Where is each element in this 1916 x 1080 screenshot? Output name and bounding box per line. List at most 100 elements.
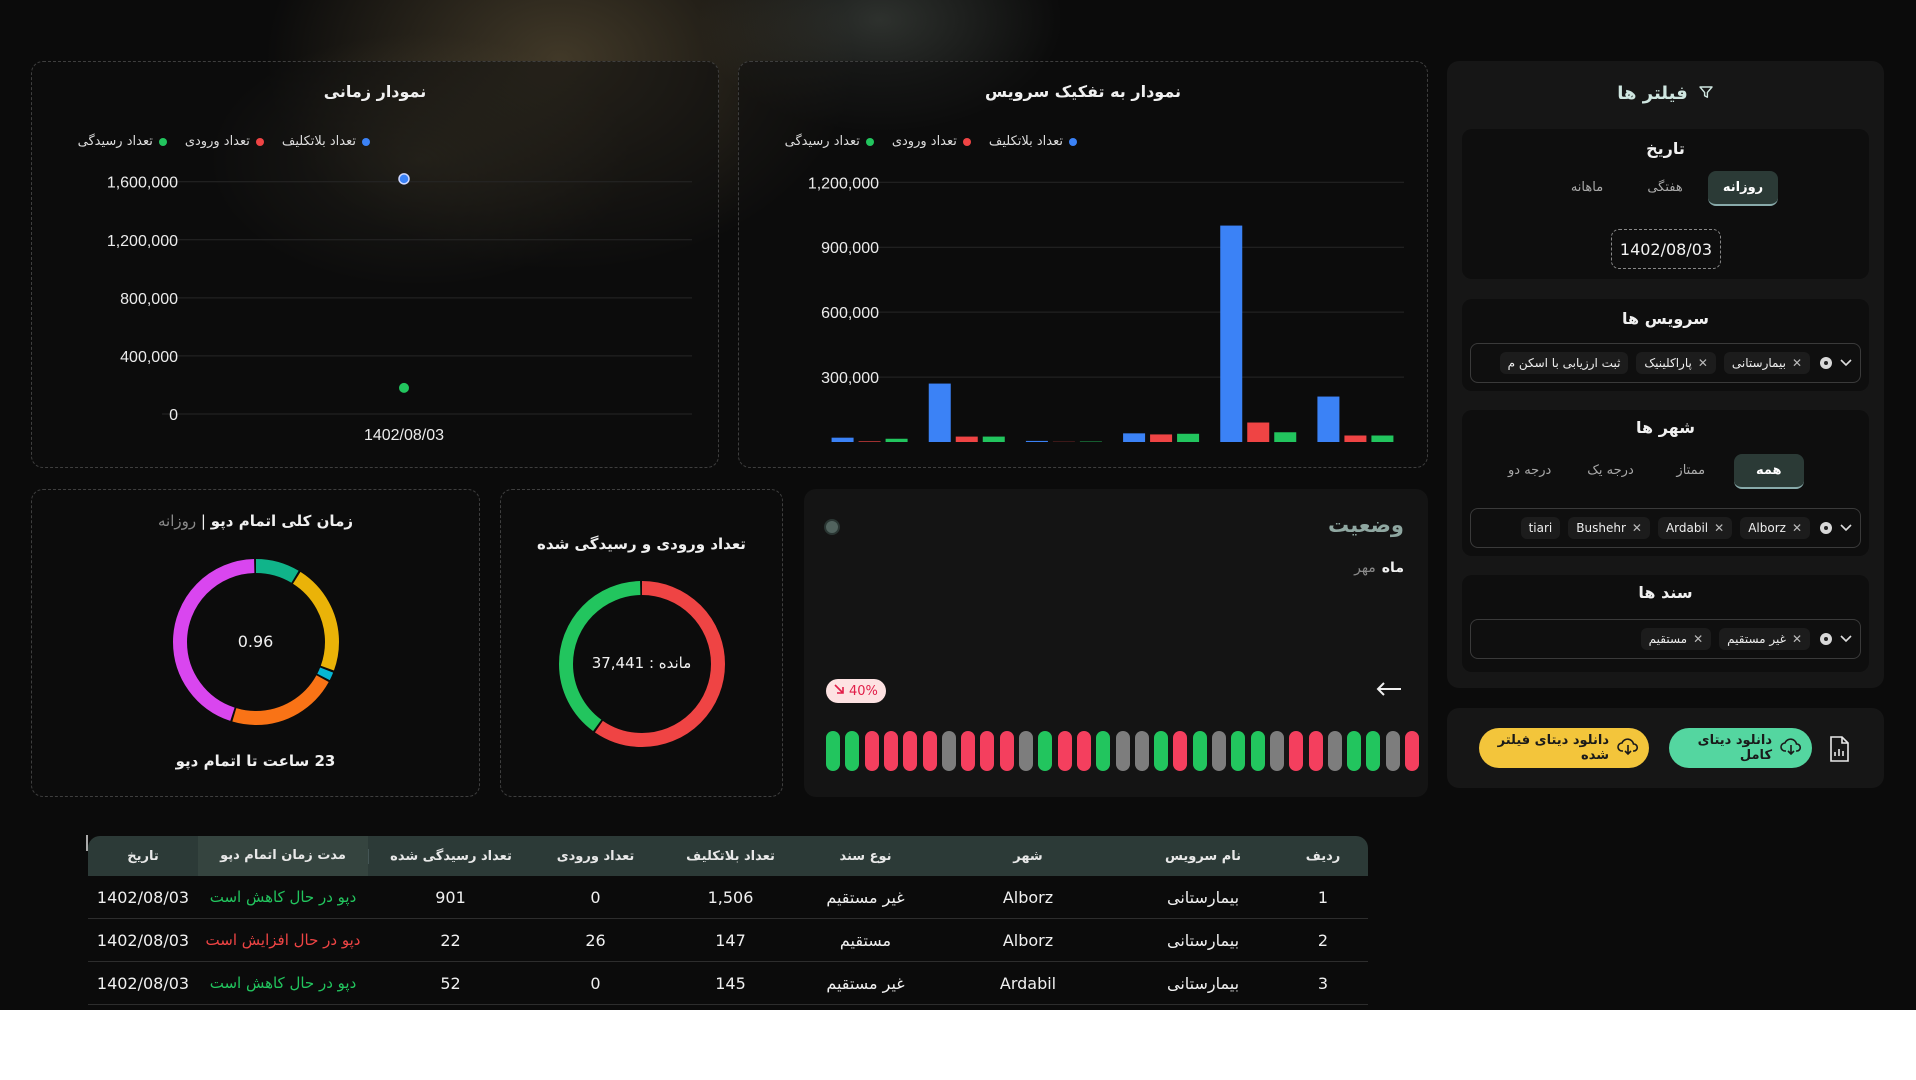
table-row[interactable]: 2 بیمارستانی Alborz مستقیم 147 26 22 دپو… bbox=[88, 919, 1368, 962]
col-header[interactable]: تعداد ورودی bbox=[533, 849, 658, 864]
trend-badge: 40% bbox=[826, 679, 886, 703]
intake-donut-chart bbox=[559, 581, 725, 747]
service-chip[interactable]: ثبت ارزیابی با اسکن م bbox=[1499, 352, 1629, 374]
status-pill bbox=[1250, 731, 1265, 771]
tab-daily[interactable]: روزانه bbox=[1708, 171, 1778, 206]
col-header[interactable]: ردیف bbox=[1278, 849, 1368, 864]
city-grade-tabs: همه ممتاز درجه یک درجه دو bbox=[1494, 454, 1804, 489]
status-pill bbox=[999, 731, 1014, 771]
document-chip[interactable]: ✕ مستقیم bbox=[1640, 628, 1712, 650]
status-pill bbox=[1289, 731, 1304, 771]
clear-all-icon[interactable] bbox=[1820, 522, 1832, 534]
clear-all-icon[interactable] bbox=[1820, 357, 1832, 369]
status-pill bbox=[1019, 731, 1033, 771]
status-pill bbox=[1115, 731, 1130, 771]
col-header[interactable]: مدت زمان اتمام دپو bbox=[198, 836, 368, 876]
intake-donut-panel: تعداد ورودی و رسیدگی شده مانده : 37,441 bbox=[500, 489, 783, 797]
cities-filter: شهر ها همه ممتاز درجه یک درجه دو ✕ Alborz… bbox=[1462, 410, 1869, 556]
status-pill bbox=[961, 731, 976, 771]
close-icon[interactable]: ✕ bbox=[1792, 632, 1802, 646]
status-pill bbox=[826, 731, 840, 771]
tab-premium[interactable]: ممتاز bbox=[1656, 454, 1726, 489]
document-chip[interactable]: ✕ غیر مستقیم bbox=[1719, 628, 1810, 650]
close-icon[interactable]: ✕ bbox=[1792, 521, 1802, 535]
depo-donut-center: 0.96 bbox=[237, 632, 274, 651]
y-tick-label: 300,000 bbox=[821, 370, 879, 387]
status-pill bbox=[1192, 731, 1207, 771]
status-pill bbox=[941, 731, 956, 771]
documents-select-controls bbox=[1818, 632, 1852, 647]
close-icon[interactable]: ✕ bbox=[1693, 632, 1703, 646]
chevron-down-icon[interactable] bbox=[1840, 521, 1852, 536]
table-row[interactable]: 1 بیمارستانی Alborz غیر مستقیم 1,506 0 9… bbox=[88, 876, 1368, 919]
time-scatter-chart: 1,600,000 1,200,000 800,000 400,000 0 1402/08… bbox=[107, 173, 692, 444]
col-header[interactable]: شهر bbox=[928, 849, 1128, 864]
file-report-icon[interactable] bbox=[1828, 736, 1850, 766]
cloud-download-icon bbox=[1780, 736, 1802, 760]
close-icon[interactable]: ✕ bbox=[1632, 521, 1642, 535]
bar bbox=[1247, 422, 1270, 442]
status-pill bbox=[1212, 731, 1226, 771]
service-chip[interactable]: ✕ پاراکلینیک bbox=[1636, 352, 1716, 374]
chevron-down-icon[interactable] bbox=[1840, 356, 1852, 371]
city-chip[interactable]: ✕ Ardabil bbox=[1657, 517, 1733, 539]
close-icon[interactable]: ✕ bbox=[1714, 521, 1724, 535]
data-point bbox=[398, 173, 410, 185]
status-pill bbox=[1385, 731, 1400, 771]
download-full-button[interactable]: دانلود دیتای کامل bbox=[1669, 728, 1812, 768]
col-header[interactable]: نوع سند bbox=[803, 849, 928, 864]
tab-all[interactable]: همه bbox=[1733, 454, 1804, 489]
y-tick-label: 800,000 bbox=[120, 291, 178, 308]
status-pill bbox=[1327, 731, 1342, 771]
tab-grade-two[interactable]: درجه دو bbox=[1494, 454, 1565, 489]
tab-grade-one[interactable]: درجه یک bbox=[1573, 454, 1647, 489]
chevron-down-icon[interactable] bbox=[1840, 632, 1852, 647]
close-icon[interactable]: ✕ bbox=[1792, 356, 1802, 370]
y-tick-label: 1,200,000 bbox=[107, 233, 178, 250]
col-header[interactable]: تاریخ bbox=[88, 849, 198, 864]
depo-donut-panel: زمان کلی اتمام دپو | روزانه 0.96 23 ساعت… bbox=[31, 489, 480, 797]
data-table: ردیف نام سرویس شهر نوع سند تعداد بلاتکلی… bbox=[88, 836, 1368, 1005]
documents-select[interactable]: ✕ غیر مستقیم ✕ مستقیم bbox=[1470, 619, 1861, 659]
arrow-left-icon[interactable] bbox=[1376, 681, 1402, 700]
cities-select-controls bbox=[1818, 521, 1852, 536]
date-picker-field[interactable]: 1402/08/03 bbox=[1611, 229, 1721, 269]
services-select[interactable]: ✕ بیمارستانی ✕ پاراکلینیک ثبت ارزیابی با ا… bbox=[1470, 343, 1861, 383]
service-chip[interactable]: ✕ بیمارستانی bbox=[1723, 352, 1810, 374]
filter-icon bbox=[1698, 84, 1714, 104]
status-pill bbox=[883, 731, 898, 771]
clear-all-icon[interactable] bbox=[1820, 633, 1832, 645]
y-tick-label: 600,000 bbox=[821, 305, 879, 322]
service-chart-panel: نمودار به تفکیک سرویس تعداد بلاتکلیف تعد… bbox=[738, 61, 1428, 468]
city-chip[interactable]: ✕ Alborz bbox=[1740, 517, 1810, 539]
tab-monthly[interactable]: ماهانه bbox=[1552, 171, 1622, 206]
bar bbox=[885, 438, 908, 442]
filters-header: فیلتر ها bbox=[1447, 83, 1884, 104]
status-pill bbox=[1038, 731, 1053, 771]
tab-weekly[interactable]: هفتگی bbox=[1630, 171, 1700, 206]
cities-select[interactable]: ✕ Alborz ✕ Ardabil ✕ Bushehr tiari bbox=[1470, 508, 1861, 548]
status-pill bbox=[1269, 731, 1284, 771]
city-chip[interactable]: tiari bbox=[1520, 517, 1561, 539]
bar bbox=[1344, 435, 1367, 442]
city-chip[interactable]: ✕ Bushehr bbox=[1568, 517, 1650, 539]
status-pill bbox=[1366, 731, 1381, 771]
bar bbox=[1371, 435, 1394, 442]
documents-filter: سند ها ✕ غیر مستقیم ✕ مستقیم bbox=[1462, 575, 1869, 672]
close-icon[interactable]: ✕ bbox=[1698, 356, 1708, 370]
services-filter-title: سرویس ها bbox=[1622, 309, 1709, 328]
table-header: ردیف نام سرویس شهر نوع سند تعداد بلاتکلی… bbox=[88, 836, 1368, 876]
bar bbox=[1123, 433, 1146, 442]
bar bbox=[1317, 396, 1340, 442]
col-header[interactable]: نام سرویس bbox=[1128, 849, 1278, 864]
date-filter-title: تاریخ bbox=[1646, 139, 1685, 158]
download-filtered-button[interactable]: دانلود دیتای فیلتر شده bbox=[1479, 728, 1649, 768]
status-pill bbox=[1134, 731, 1149, 771]
col-header[interactable]: تعداد بلاتکلیف bbox=[658, 849, 803, 864]
y-tick-label: 1,200,000 bbox=[808, 175, 879, 192]
y-tick-label: 900,000 bbox=[821, 240, 879, 257]
bar bbox=[858, 441, 881, 442]
col-header[interactable]: تعداد رسیدگی شده bbox=[368, 848, 533, 864]
table-row[interactable]: 3 بیمارستانی Ardabil غیر مستقیم 145 0 52… bbox=[88, 962, 1368, 1005]
bar bbox=[1150, 434, 1173, 442]
